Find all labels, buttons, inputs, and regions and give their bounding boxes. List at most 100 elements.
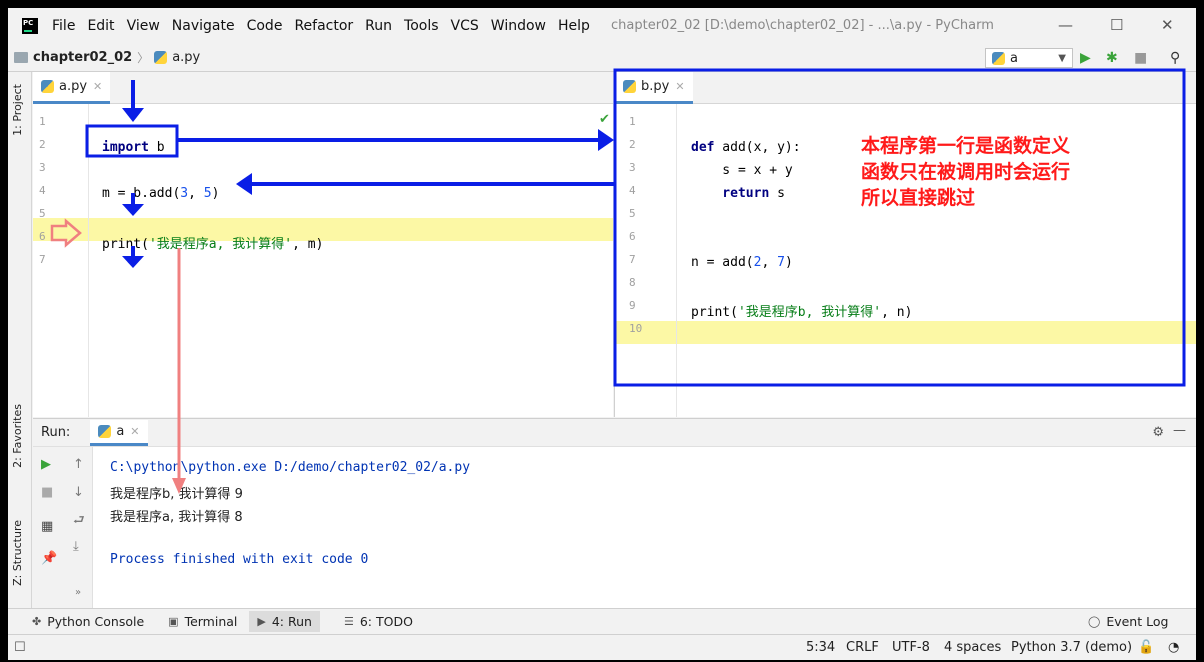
python-console-icon: ✤	[32, 615, 42, 628]
code-keyword: import	[102, 140, 149, 155]
caret-position[interactable]: 5:34	[806, 640, 835, 655]
code-text: )	[784, 255, 793, 270]
breadcrumb-project[interactable]: chapter02_02	[33, 50, 132, 65]
todo-tab[interactable]: ☰ 6: TODO	[344, 614, 413, 629]
line-number: 4	[629, 184, 636, 197]
code-line-9[interactable]: print('我是程序b, 我计算得', n)	[691, 301, 912, 320]
more-icon[interactable]: »	[75, 587, 81, 598]
file-encoding[interactable]: UTF-8	[892, 640, 930, 655]
menu-navigate[interactable]: Navigate	[172, 18, 235, 34]
line-number: 5	[39, 207, 46, 220]
line-number: 3	[629, 161, 636, 174]
menu-bar: File Edit View Navigate Code Refactor Ru…	[52, 18, 602, 34]
run-config-value: a	[1010, 50, 1018, 66]
editor-a-tabs: a.py ✕	[33, 71, 613, 104]
scroll-to-end-icon[interactable]: ⤓	[73, 539, 79, 554]
menu-window[interactable]: Window	[491, 18, 546, 34]
code-keyword: def	[691, 140, 715, 155]
line-number: 10	[629, 322, 643, 335]
scroll-down-icon[interactable]: ↓	[73, 485, 84, 500]
soft-wrap-icon[interactable]: ⮐	[73, 511, 85, 533]
menu-refactor[interactable]: Refactor	[294, 18, 353, 34]
line-number: 2	[629, 138, 636, 151]
close-tab-icon[interactable]: ✕	[130, 425, 139, 438]
editor-a-pane: a.py ✕ 1 2 3 4 5 6 7 import b m = b.add(…	[33, 71, 613, 417]
close-tab-icon[interactable]: ✕	[675, 80, 684, 93]
python-console-label: Python Console	[47, 614, 145, 629]
search-icon[interactable]: ⚲	[1170, 50, 1180, 66]
breadcrumb-file[interactable]: a.py	[172, 50, 200, 65]
lock-icon[interactable]: 🔓	[1138, 640, 1154, 655]
code-line-3[interactable]: s = x + y	[691, 163, 792, 178]
event-log-tab[interactable]: ◯ Event Log	[1088, 614, 1168, 629]
menu-edit[interactable]: Edit	[87, 18, 114, 34]
indent-setting[interactable]: 4 spaces	[944, 640, 1001, 655]
code-text: add(x, y):	[714, 140, 801, 155]
line-number: 5	[629, 207, 636, 220]
folder-icon	[14, 52, 28, 63]
code-line-4[interactable]: m = b.add(3, 5)	[102, 186, 219, 201]
code-text: print(	[691, 305, 738, 320]
terminal-icon: ▣	[168, 615, 179, 628]
python-console-tab[interactable]: ✤ Python Console	[32, 614, 144, 629]
pin-icon[interactable]: 📌	[41, 551, 57, 566]
debug-icon[interactable]: ✱	[1106, 50, 1118, 66]
code-number: 7	[777, 255, 785, 270]
code-text: ,	[761, 255, 778, 270]
code-text: print(	[102, 237, 149, 252]
line-number: 1	[39, 115, 46, 128]
run-tool-tab[interactable]: ▶ 4: Run	[249, 611, 320, 632]
annotation-line-1: 本程序第一行是函数定义	[861, 135, 1071, 157]
line-gutter: 1 2 3 4 5 6 7	[33, 104, 89, 417]
code-text: b	[148, 140, 165, 155]
gear-icon[interactable]: ⚙	[1152, 425, 1164, 440]
line-number: 6	[629, 230, 636, 243]
menu-file[interactable]: File	[52, 18, 75, 34]
project-tool-tab[interactable]: 1: Project	[11, 84, 24, 136]
line-number: 9	[629, 299, 636, 312]
menu-vcs[interactable]: VCS	[451, 18, 479, 34]
layout-toggle-icon[interactable]: ☐	[14, 640, 26, 655]
code-line-7[interactable]: n = add(2, 7)	[691, 255, 793, 270]
interpreter[interactable]: Python 3.7 (demo)	[1011, 640, 1132, 655]
hide-panel-icon[interactable]: —	[1173, 423, 1186, 438]
annotation-line-2: 函数只在被调用时会运行	[861, 161, 1071, 183]
maximize-button[interactable]: ☐	[1110, 16, 1123, 34]
code-number: 3	[180, 186, 189, 201]
status-bar: ☐ 5:34 CRLF UTF-8 4 spaces Python 3.7 (d…	[8, 634, 1196, 660]
code-line-6[interactable]: print('我是程序a, 我计算得', m)	[102, 233, 323, 252]
run-tab-a[interactable]: a ✕	[90, 419, 148, 446]
code-line-4[interactable]: return s	[691, 186, 785, 201]
menu-code[interactable]: Code	[247, 18, 283, 34]
menu-view[interactable]: View	[127, 18, 160, 34]
run-config-select[interactable]: a ▼	[985, 48, 1073, 68]
run-icon[interactable]: ▶	[1080, 50, 1091, 66]
terminal-tab[interactable]: ▣ Terminal	[168, 614, 237, 629]
scroll-up-icon[interactable]: ↑	[73, 457, 84, 472]
menu-help[interactable]: Help	[558, 18, 590, 34]
line-separator[interactable]: CRLF	[846, 640, 879, 655]
close-tab-icon[interactable]: ✕	[93, 80, 102, 93]
inspector-icon[interactable]: ◔	[1168, 640, 1179, 655]
rerun-icon[interactable]: ▶	[41, 457, 51, 472]
code-line-2[interactable]: def add(x, y):	[691, 140, 801, 155]
run-panel: Run: a ✕ ⚙ — ▶ ↑ ■ ↓ ⮐ ▦ ⤓ 📌 » C:\python…	[33, 418, 1196, 608]
tab-a-py[interactable]: a.py ✕	[33, 71, 111, 104]
output-line: 我是程序a, 我计算得 8	[110, 510, 243, 525]
output-line: 我是程序b, 我计算得 9	[110, 487, 243, 502]
menu-run[interactable]: Run	[365, 18, 392, 34]
favorites-tool-tab[interactable]: 2: Favorites	[11, 404, 24, 468]
run-label: Run:	[41, 425, 71, 440]
stop-icon[interactable]: ■	[1134, 50, 1147, 66]
python-file-icon	[992, 51, 1005, 65]
stop-icon[interactable]: ■	[41, 485, 53, 500]
code-line-2[interactable]: import b	[102, 140, 165, 155]
tab-b-py[interactable]: b.py ✕	[615, 71, 693, 104]
minimize-button[interactable]: —	[1058, 16, 1073, 34]
structure-tool-tab[interactable]: Z: Structure	[11, 520, 24, 586]
layout-icon[interactable]: ▦	[41, 519, 53, 534]
code-text: , m)	[292, 237, 324, 252]
pycharm-window: PC File Edit View Navigate Code Refactor…	[8, 8, 1196, 660]
menu-tools[interactable]: Tools	[404, 18, 439, 34]
close-button[interactable]: ✕	[1161, 16, 1174, 34]
